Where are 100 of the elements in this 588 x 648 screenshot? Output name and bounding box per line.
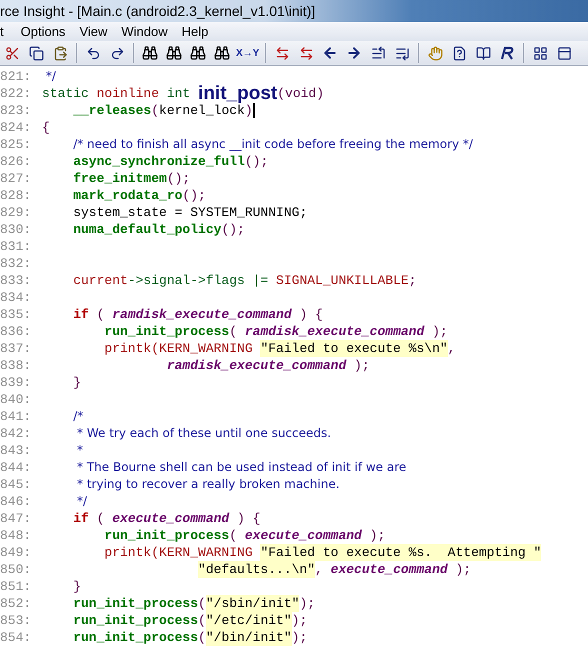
code-token: ramdisk_execute_command	[244, 323, 424, 340]
code-token: if	[73, 306, 89, 323]
replace-button[interactable]: X→Y	[234, 42, 262, 64]
code-token: );	[292, 612, 308, 629]
code-token: run_init_process	[73, 629, 198, 646]
line-number: 834:	[0, 289, 32, 306]
code-token: {	[42, 119, 50, 136]
code-token: ->signal->flags |=	[128, 272, 270, 289]
code-token: printk(KERN_WARNING	[104, 340, 254, 357]
code-comment: * The Bourne shell can be used instead of init if we are	[76, 459, 406, 476]
code-comment: * We try each of these until one succeeds.	[76, 425, 332, 442]
code-comment: /*	[73, 408, 84, 425]
line-number: 823:	[0, 102, 32, 119]
code-token: (	[229, 527, 238, 544]
line-number: 854:	[0, 629, 32, 646]
line-number: 831:	[0, 238, 32, 255]
line-number: 843:	[0, 442, 32, 459]
code-token: );	[368, 527, 386, 544]
code-comment: * trying to recover a really broken machine.	[76, 476, 340, 493]
code-token: init_post	[198, 85, 278, 102]
code-token: ();	[166, 170, 190, 187]
code-token: );	[431, 323, 448, 340]
code-token: execute_command	[244, 527, 362, 544]
line-number: 824:	[0, 119, 32, 136]
code-token: }	[73, 374, 82, 391]
code-token: noinline	[96, 85, 160, 102]
line-number: 845:	[0, 476, 32, 493]
line-number: 840:	[0, 391, 32, 408]
code-token: );	[353, 357, 370, 374]
line-number: 821:	[0, 68, 32, 85]
line-number: 836:	[0, 323, 32, 340]
code-token: (	[198, 629, 206, 646]
code-token: "Failed to execute %s. Attempting "	[260, 544, 542, 561]
code-token: ramdisk_execute_command	[166, 357, 346, 374]
code-token: ,	[315, 561, 324, 578]
line-number: 825:	[0, 136, 32, 153]
code-token: free_initmem	[73, 170, 167, 187]
code-token: "/sbin/init"	[206, 595, 300, 612]
menu-item[interactable]: Window	[114, 22, 175, 42]
line-number: 838:	[0, 357, 32, 374]
code-token: (	[151, 102, 160, 119]
code-token: run_init_process	[104, 527, 230, 544]
line-number: 830:	[0, 221, 32, 238]
line-number: 827:	[0, 170, 32, 187]
code-token: );	[292, 629, 308, 646]
code-token: if	[73, 510, 89, 527]
code-token: int	[166, 85, 192, 102]
code-token: ) {	[236, 510, 260, 527]
code-token: ();	[221, 221, 245, 238]
code-token: ramdisk_execute_command	[112, 306, 292, 323]
line-number: 833:	[0, 272, 32, 289]
menu-item[interactable]: Help	[174, 22, 216, 42]
window-title: rce Insight - [Main.c (android2.3_kernel_v1.01\init)]	[0, 2, 316, 21]
code-token: );	[299, 595, 316, 612]
code-token: (	[96, 510, 106, 527]
code-token: (	[198, 612, 206, 629]
line-number: 846:	[0, 493, 32, 510]
code-token: ,	[448, 340, 456, 357]
line-number: 832:	[0, 255, 32, 272]
code-token: (	[96, 306, 106, 323]
code-token: run_init_process	[73, 595, 198, 612]
line-number: 850:	[0, 561, 32, 578]
code-token: run_init_process	[104, 323, 230, 340]
code-token: (	[229, 323, 238, 340]
code-comment: *	[76, 442, 84, 459]
line-number: 837:	[0, 340, 32, 357]
menu-item[interactable]: t	[0, 22, 14, 42]
line-number: 829:	[0, 204, 32, 221]
code-token: "/etc/init"	[206, 612, 292, 629]
line-number: 842:	[0, 425, 32, 442]
code-token: (	[198, 595, 206, 612]
code-token: execute_command	[112, 510, 230, 527]
code-token: static	[42, 85, 90, 102]
code-token: "defaults...\n"	[198, 561, 316, 578]
code-token: "Failed to execute %s\n"	[260, 340, 448, 357]
code-token: ) {	[298, 306, 323, 323]
code-token: async_synchronize_full	[73, 153, 245, 170]
menu-item[interactable]: View	[72, 22, 114, 42]
line-number: 848:	[0, 527, 32, 544]
code-comment: /* need to finish all async __init code before freeing the memory */	[73, 136, 473, 153]
code-token: ();	[244, 153, 268, 170]
line-number: 835:	[0, 306, 32, 323]
line-number: 839:	[0, 374, 32, 391]
line-number: 853:	[0, 612, 32, 629]
code-token: (void)	[277, 85, 324, 102]
line-number: 851:	[0, 578, 32, 595]
code-comment: */	[76, 493, 88, 510]
menu-item[interactable]: Options	[14, 22, 72, 42]
code-token: );	[454, 561, 472, 578]
code-token: }	[73, 578, 82, 595]
line-number: 828:	[0, 187, 32, 204]
code-token: kernel_lock	[159, 103, 245, 119]
line-number: 852:	[0, 595, 32, 612]
line-number: 847:	[0, 510, 32, 527]
code-token: SIGNAL_UNKILLABLE	[276, 272, 409, 289]
code-token: mark_rodata_ro	[73, 187, 182, 204]
line-number: 826:	[0, 153, 32, 170]
code-token: printk(KERN_WARNING	[104, 544, 254, 561]
code-token: run_init_process	[73, 612, 198, 629]
code-token: execute_command	[330, 561, 448, 578]
